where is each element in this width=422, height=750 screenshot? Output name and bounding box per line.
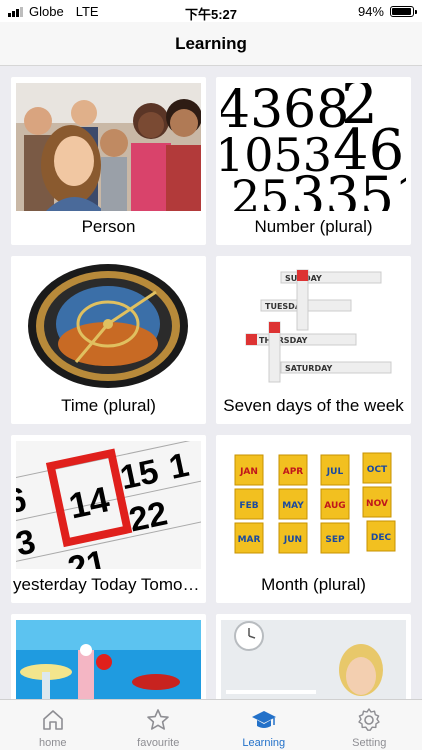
svg-text:JAN: JAN xyxy=(239,467,258,477)
month-cubes-photo: JAN APR JUL OCT FEB MAY AUG NOV MAR JUN SEP DEC xyxy=(221,441,406,569)
svg-text:22: 22 xyxy=(126,494,171,539)
battery-icon xyxy=(390,6,417,17)
category-card-person[interactable]: Person xyxy=(11,77,206,245)
svg-text:MAY: MAY xyxy=(282,501,304,511)
category-label: Number (plural) xyxy=(254,217,373,236)
svg-text:NOV: NOV xyxy=(366,499,388,509)
svg-text:OCT: OCT xyxy=(367,465,388,475)
svg-text:MAR: MAR xyxy=(238,535,261,545)
tab-label: favourite xyxy=(137,737,180,749)
tab-setting[interactable]: Setting xyxy=(317,700,422,750)
woman-on-phone-photo xyxy=(221,620,406,699)
tab-label: home xyxy=(38,737,67,749)
star-icon xyxy=(147,709,170,730)
category-card-phone[interactable] xyxy=(216,614,411,699)
svg-text:DEC: DEC xyxy=(371,533,392,543)
tab-favourite[interactable]: favourite xyxy=(106,700,212,750)
svg-text:25: 25 xyxy=(231,170,290,211)
svg-text:FEB: FEB xyxy=(239,501,258,511)
category-card-month[interactable]: JAN APR JUL OCT FEB MAY AUG NOV MAR JUN SEP DEC M… xyxy=(216,435,411,603)
page-title: Learning xyxy=(175,34,247,53)
navigation-bar: Learning xyxy=(0,22,422,66)
group-of-people-photo xyxy=(16,83,201,211)
svg-text:AUG: AUG xyxy=(324,501,345,511)
tab-bar: home favourite Learning Setting xyxy=(0,699,422,750)
svg-text:3351: 3351 xyxy=(291,165,406,211)
category-card-yesterday-today-tomorrow[interactable]: 6 15 1 3 22 21 14 yesterday Today Tomorr… xyxy=(11,435,206,603)
svg-text:SATURDAY: SATURDAY xyxy=(285,364,333,373)
category-grid[interactable]: Person 4368 2 1053 46 25 3351 Number (pl… xyxy=(0,66,422,699)
category-card-number[interactable]: 4368 2 1053 46 25 3351 Number (plural) xyxy=(216,77,411,245)
svg-text:APR: APR xyxy=(283,467,304,477)
tab-learning[interactable]: Learning xyxy=(211,700,317,750)
svg-text:14: 14 xyxy=(65,478,113,526)
graduation-cap-icon xyxy=(251,711,276,728)
category-label: Month (plural) xyxy=(261,575,366,594)
battery-percent: 94% xyxy=(357,4,384,19)
status-bar: Globe LTE 下午5:27 94% xyxy=(0,0,422,22)
tab-label: Learning xyxy=(242,737,286,749)
svg-text:SEP: SEP xyxy=(325,535,345,545)
numbers-typography-photo: 4368 2 1053 46 25 3351 xyxy=(221,83,406,211)
calendar-14-photo: 6 15 1 3 22 21 14 xyxy=(16,441,201,569)
svg-text:JUN: JUN xyxy=(283,535,302,545)
astronomical-clock-photo xyxy=(16,262,201,390)
house-icon xyxy=(42,710,63,730)
weekday-crossword-photo: SUNDAY TUESDAY THURSDAY SATURDAY xyxy=(221,262,406,390)
category-label: Time (plural) xyxy=(61,396,156,415)
svg-text:15: 15 xyxy=(117,452,162,497)
category-card-days-of-week[interactable]: SUNDAY TUESDAY THURSDAY SATURDAY Seven d… xyxy=(216,256,411,424)
category-card-drinks[interactable] xyxy=(11,614,206,699)
status-right: 94% xyxy=(357,4,417,19)
category-card-time[interactable]: Time (plural) xyxy=(11,256,206,424)
cocktail-drinks-photo xyxy=(16,620,201,699)
category-label: Person xyxy=(81,217,136,236)
tab-home[interactable]: home xyxy=(0,700,106,750)
svg-text:JUL: JUL xyxy=(326,467,344,477)
tab-label: Setting xyxy=(352,737,387,749)
gear-icon xyxy=(358,708,380,731)
svg-text:THURSDAY: THURSDAY xyxy=(259,336,308,345)
category-label: Seven days of the week xyxy=(223,396,404,415)
category-label: yesterday Today Tomorrow xyxy=(13,575,206,594)
battery-fill xyxy=(392,8,411,15)
